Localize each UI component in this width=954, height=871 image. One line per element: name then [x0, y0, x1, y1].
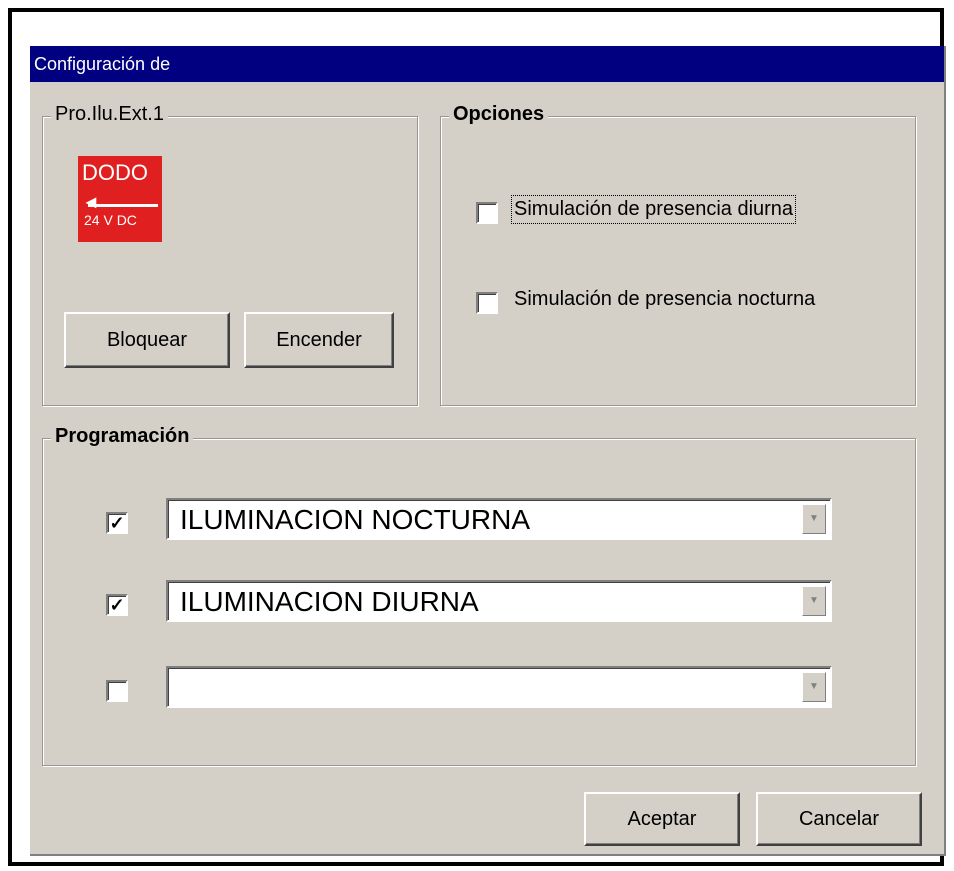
chevron-down-icon[interactable]: ▼ [802, 672, 826, 702]
block-button[interactable]: Bloquear [64, 312, 230, 368]
configuration-dialog: Configuración de Pro.Ilu.Ext.1 DODO ◄ 24… [30, 46, 946, 856]
chevron-down-icon[interactable]: ▼ [802, 504, 826, 534]
device-icon-top-text: DODO [82, 160, 148, 185]
day-presence-label: Simulación de presencia diurna [510, 195, 797, 224]
program-row-2-checkbox[interactable]: ✓ [106, 594, 128, 616]
day-presence-checkbox[interactable] [476, 202, 498, 224]
options-group-label: Opciones [449, 103, 549, 126]
program-row-1-select[interactable]: ILUMINACION NOCTURNA ▼ [166, 498, 832, 540]
accept-button[interactable]: Aceptar [584, 792, 740, 846]
program-row-3-select[interactable]: ▼ [166, 666, 832, 708]
device-icon-bottom-text: 24 V DC [84, 212, 137, 228]
cancel-button[interactable]: Cancelar [756, 792, 922, 846]
night-presence-checkbox[interactable] [476, 292, 498, 314]
program-row-1-value: ILUMINACION NOCTURNA [180, 504, 531, 535]
turn-on-button[interactable]: Encender [244, 312, 394, 368]
chevron-down-icon[interactable]: ▼ [802, 586, 826, 616]
device-group-label: Pro.Ilu.Ext.1 [51, 103, 168, 126]
device-icon-line [88, 204, 158, 207]
output-device-icon: DODO ◄ 24 V DC [78, 156, 162, 242]
dialog-title: Configuración de [30, 46, 944, 82]
program-row-3-checkbox[interactable] [106, 680, 128, 702]
options-group: Opciones [440, 103, 916, 406]
programming-group-label: Programación [51, 425, 194, 448]
program-row-1-checkbox[interactable]: ✓ [106, 512, 128, 534]
night-presence-label: Simulación de presencia nocturna [514, 288, 816, 310]
arrow-left-icon: ◄ [82, 192, 100, 212]
program-row-2-value: ILUMINACION DIURNA [180, 586, 479, 617]
program-row-2-select[interactable]: ILUMINACION DIURNA ▼ [166, 580, 832, 622]
